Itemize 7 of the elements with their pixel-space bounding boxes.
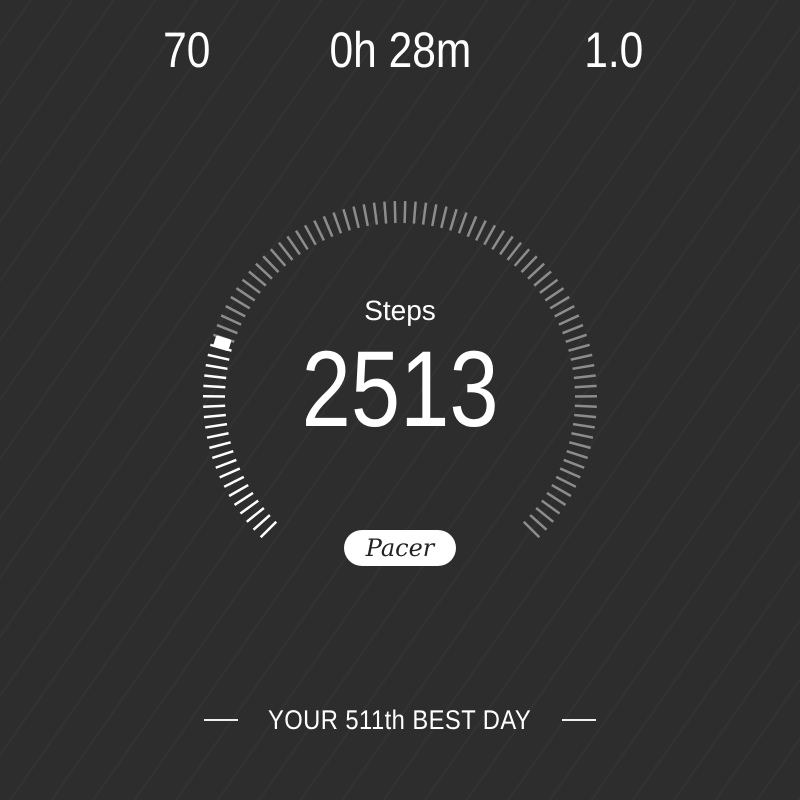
best-day-text: YOUR 511th BEST DAY	[268, 704, 532, 736]
stat-value: 0h 28m	[329, 21, 471, 80]
logo-badge: Pacer	[344, 530, 456, 566]
steps-label: Steps	[364, 294, 436, 328]
steps-count: 2513	[301, 334, 498, 444]
stat-value: 1.0	[584, 21, 643, 80]
stat-value: 70	[163, 21, 210, 80]
